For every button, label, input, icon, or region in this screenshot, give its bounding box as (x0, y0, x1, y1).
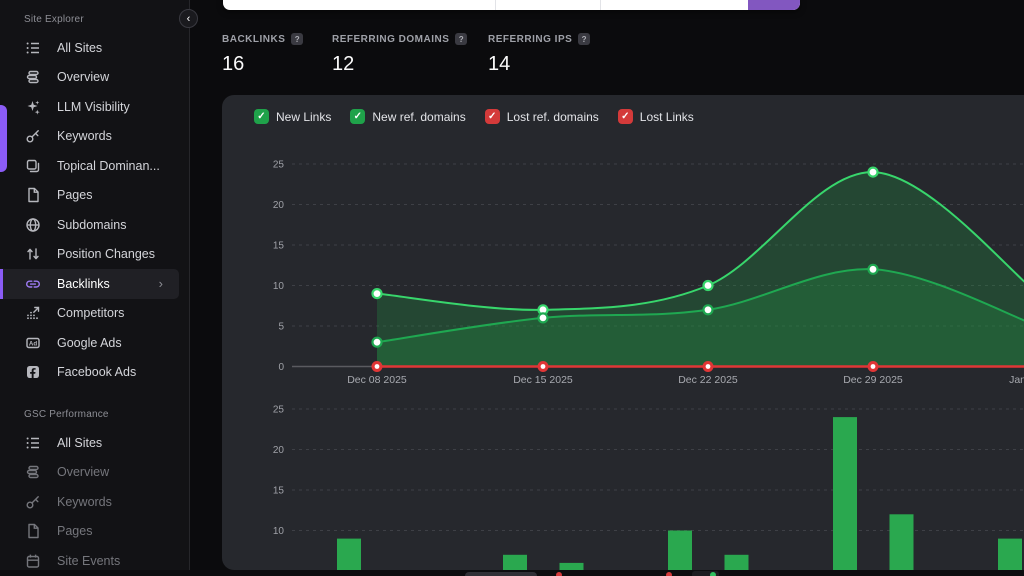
toolbar-divider (600, 0, 601, 10)
toolbar-submit-button[interactable] (748, 0, 800, 10)
sidebar-item-label: Pages (57, 188, 92, 202)
sidebar-item-label: Overview (57, 465, 109, 479)
sidebar-item-label: Google Ads (57, 336, 122, 350)
sidebar-item-label: Topical Dominan... (57, 159, 160, 173)
sidebar-item-label: Keywords (57, 129, 112, 143)
sidebar-item-google-ads[interactable]: Ad Google Ads (0, 328, 189, 358)
layers-icon (25, 69, 41, 85)
svg-text:25: 25 (273, 405, 285, 416)
sidebar-item-label: Site Events (57, 554, 120, 568)
help-icon[interactable]: ? (455, 33, 467, 45)
svg-text:10: 10 (273, 526, 285, 537)
svg-text:5: 5 (278, 322, 284, 333)
key-icon (25, 494, 41, 510)
facebook-icon (25, 364, 41, 380)
sidebar: Site Explorer All Sites Overview LLM Visibi… (0, 0, 190, 576)
stat-label: BACKLINKS (222, 34, 285, 45)
cropped-red-dot (556, 572, 562, 576)
link-icon (25, 276, 41, 292)
svg-text:Dec 15 2025: Dec 15 2025 (513, 374, 573, 386)
cropped-ui-fragment (465, 572, 537, 576)
sidebar-item-keywords[interactable]: Keywords (0, 122, 189, 152)
svg-text:15: 15 (273, 486, 285, 497)
stat-referring-domains: REFERRING DOMAINS? 12 (332, 33, 488, 76)
sidebar-collapse-button[interactable]: ‹ (179, 9, 198, 28)
sidebar-item-competitors[interactable]: Competitors (0, 299, 189, 329)
sidebar-item-position-changes[interactable]: Position Changes (0, 240, 189, 270)
svg-text:Dec 29 2025: Dec 29 2025 (843, 374, 903, 386)
stat-label: REFERRING DOMAINS (332, 34, 449, 45)
stat-value: 12 (332, 53, 488, 76)
key-icon (25, 128, 41, 144)
sidebar-item-label: Overview (57, 70, 109, 84)
cropped-ui-fragment (692, 571, 719, 576)
svg-text:15: 15 (273, 241, 285, 252)
sidebar-item-label: Position Changes (57, 247, 155, 261)
page-icon (25, 187, 41, 203)
list-icon (25, 435, 41, 451)
help-icon[interactable]: ? (578, 33, 590, 45)
svg-text:20: 20 (273, 445, 285, 456)
svg-text:0: 0 (278, 362, 284, 373)
sidebar-item-all-sites[interactable]: All Sites (0, 428, 189, 458)
sidebar-item-label: All Sites (57, 41, 102, 55)
svg-text:Ad: Ad (29, 340, 37, 347)
sidebar-item-label: Keywords (57, 495, 112, 509)
stat-backlinks: BACKLINKS? 16 (222, 33, 332, 76)
help-icon[interactable]: ? (291, 33, 303, 45)
svg-text:10: 10 (273, 281, 285, 292)
top-toolbar-cropped[interactable] (223, 0, 800, 10)
sidebar-item-pages[interactable]: Pages (0, 517, 189, 547)
svg-text:Dec 22 2025: Dec 22 2025 (678, 374, 738, 386)
copy-icon (25, 158, 41, 174)
globe-icon (25, 217, 41, 233)
sidebar-item-keywords[interactable]: Keywords (0, 487, 189, 517)
sidebar-item-label: All Sites (57, 436, 102, 450)
sidebar-section-header: Site Explorer (0, 0, 189, 33)
sidebar-item-label: LLM Visibility (57, 100, 130, 114)
ad-icon: Ad (25, 335, 41, 351)
chevron-right-icon: › (159, 276, 163, 291)
stat-value: 16 (222, 53, 332, 76)
stats-row: BACKLINKS? 16 REFERRING DOMAINS? 12 REFE… (222, 33, 590, 76)
list-icon (25, 40, 41, 56)
layers-icon (25, 464, 41, 480)
sidebar-item-llm-visibility[interactable]: LLM Visibility (0, 92, 189, 122)
sidebar-item-label: Pages (57, 524, 92, 538)
stat-referring-ips: REFERRING IPS? 14 (488, 33, 590, 76)
cropped-red-dot (666, 572, 672, 576)
competitors-icon (25, 305, 41, 321)
sidebar-item-all-sites[interactable]: All Sites (0, 33, 189, 63)
sidebar-item-overview[interactable]: Overview (0, 63, 189, 93)
toolbar-divider (495, 0, 496, 10)
cropped-green-dot (710, 572, 716, 576)
svg-text:25: 25 (273, 160, 285, 171)
sidebar-item-facebook-ads[interactable]: Facebook Ads (0, 358, 189, 388)
arrows-up-down-icon (25, 246, 41, 262)
stat-label: REFERRING IPS (488, 34, 572, 45)
svg-text:20: 20 (273, 200, 285, 211)
sidebar-item-label: Competitors (57, 306, 124, 320)
sidebar-item-backlinks[interactable]: Backlinks › (0, 269, 179, 299)
sidebar-item-label: Subdomains (57, 218, 127, 232)
page-icon (25, 523, 41, 539)
backlinks-charts: 0 5 10 15 20 25 Dec 08 2025 Dec 15 2025 Dec 22 2… (222, 95, 1024, 570)
svg-text:Jan 05 2026: Jan 05 2026 (1009, 374, 1024, 386)
sidebar-accent-tab (0, 105, 7, 172)
sparkles-icon (25, 99, 41, 115)
stat-value: 14 (488, 53, 590, 76)
sidebar-section-header: GSC Performance (0, 387, 189, 428)
sidebar-item-overview[interactable]: Overview (0, 458, 189, 488)
sidebar-item-pages[interactable]: Pages (0, 181, 189, 211)
calendar-icon (25, 553, 41, 569)
sidebar-item-label: Facebook Ads (57, 365, 136, 379)
sidebar-item-subdomains[interactable]: Subdomains (0, 210, 189, 240)
sidebar-item-topical-dominan[interactable]: Topical Dominan... (0, 151, 189, 181)
sidebar-item-label: Backlinks (57, 277, 110, 291)
svg-text:Dec 08 2025: Dec 08 2025 (347, 374, 407, 386)
backlinks-chart-panel: ✓New Links✓New ref. domains✓Lost ref. do… (222, 95, 1024, 570)
viewport-cropped-strip (0, 570, 1024, 576)
